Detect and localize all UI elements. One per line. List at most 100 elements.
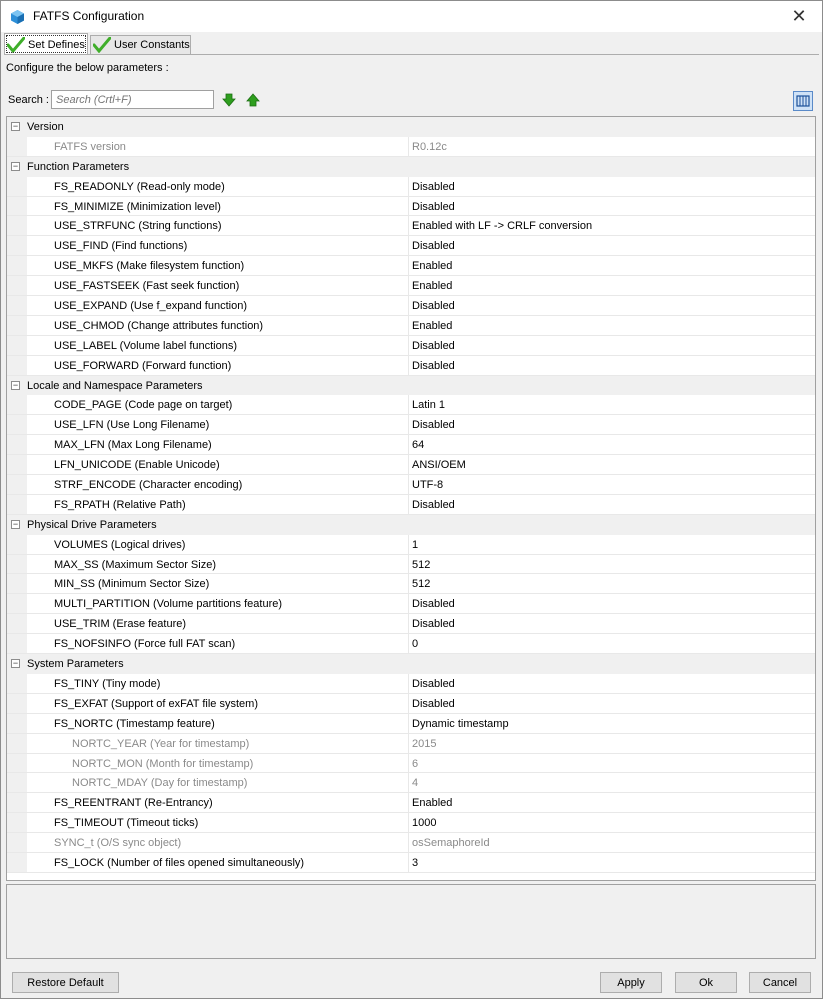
row-gutter	[7, 614, 27, 634]
parameter-row[interactable]: SYNC_t (O/S sync object) osSemaphoreId	[7, 833, 815, 853]
parameter-row[interactable]: FATFS version R0.12c	[7, 136, 815, 157]
category-row[interactable]: − Locale and Namespace Parameters	[7, 375, 815, 396]
parameter-row[interactable]: USE_EXPAND (Use f_expand function) Disabl…	[7, 296, 815, 316]
parameter-value[interactable]: Disabled	[412, 181, 455, 193]
parameter-row[interactable]: FS_NORTC (Timestamp feature) Dynamic time…	[7, 713, 815, 734]
tab-user-constants[interactable]: User Constants	[90, 35, 191, 55]
column-separator	[408, 813, 409, 833]
parameter-value[interactable]: Dynamic timestamp	[412, 718, 509, 730]
arrow-up-icon[interactable]	[246, 93, 260, 107]
close-button[interactable]: ✕	[776, 1, 822, 32]
parameter-row[interactable]: VOLUMES (Logical drives) 1	[7, 534, 815, 555]
parameter-value[interactable]: Disabled	[412, 419, 455, 431]
collapse-icon[interactable]: −	[11, 519, 20, 529]
parameters-grid: − Version FATFS version R0.12c − Function Par…	[6, 116, 816, 881]
parameter-row[interactable]: USE_TRIM (Erase feature) Disabled	[7, 614, 815, 635]
parameter-row[interactable]: USE_FIND (Find functions) Disabled	[7, 236, 815, 257]
collapse-icon[interactable]: −	[11, 122, 20, 131]
parameter-row[interactable]: MULTI_PARTITION (Volume partitions featu…	[7, 594, 815, 615]
parameter-value[interactable]: 1000	[412, 817, 436, 829]
parameter-value[interactable]: Disabled	[412, 340, 455, 352]
parameter-row[interactable]: USE_FORWARD (Forward function) Disabled	[7, 355, 815, 376]
parameter-row[interactable]: NORTC_MON (Month for timestamp) 6	[7, 753, 815, 774]
parameter-row[interactable]: USE_LABEL (Volume label functions) Disabl…	[7, 335, 815, 356]
collapse-icon[interactable]: −	[11, 380, 20, 390]
columns-icon	[796, 95, 810, 107]
parameter-row[interactable]: NORTC_MDAY (Day for timestamp) 4	[7, 773, 815, 794]
tab-set-defines[interactable]: Set Defines	[4, 33, 88, 55]
parameter-value[interactable]: 3	[412, 857, 418, 869]
column-separator	[408, 713, 409, 733]
parameter-row[interactable]: USE_LFN (Use Long Filename) Disabled	[7, 415, 815, 436]
row-gutter	[7, 534, 27, 554]
parameter-value[interactable]: Enabled	[412, 797, 452, 809]
parameter-value[interactable]: 1	[412, 539, 418, 551]
parameter-row[interactable]: USE_STRFUNC (String functions) Enabled wi…	[7, 216, 815, 237]
parameter-value[interactable]: Disabled	[412, 300, 455, 312]
parameter-row[interactable]: MAX_LFN (Max Long Filename) 64	[7, 435, 815, 456]
parameter-name: MIN_SS (Minimum Sector Size)	[54, 578, 210, 591]
parameter-value[interactable]: Disabled	[412, 201, 455, 213]
category-row[interactable]: − System Parameters	[7, 654, 815, 674]
parameter-value[interactable]: Enabled	[412, 280, 452, 292]
cancel-button[interactable]: Cancel	[749, 972, 811, 993]
parameter-value[interactable]: 0	[412, 638, 418, 650]
parameter-value[interactable]: Disabled	[412, 360, 455, 372]
parameter-value[interactable]: Disabled	[412, 618, 455, 630]
collapse-icon[interactable]: −	[11, 659, 20, 669]
parameter-value[interactable]: Enabled with LF -> CRLF conversion	[412, 220, 592, 232]
parameter-value[interactable]: 64	[412, 439, 424, 451]
parameter-row[interactable]: NORTC_YEAR (Year for timestamp) 2015	[7, 733, 815, 754]
parameter-value[interactable]: Disabled	[412, 499, 455, 511]
fatfs-configuration-dialog: FATFS Configuration ✕ Set Defines User C…	[0, 0, 823, 999]
parameter-value[interactable]: Latin 1	[412, 399, 445, 411]
parameter-row[interactable]: FS_EXFAT (Support of exFAT file system) D…	[7, 693, 815, 714]
parameter-value[interactable]: Disabled	[412, 698, 455, 710]
row-gutter	[7, 256, 27, 276]
column-separator	[408, 216, 409, 236]
parameter-value[interactable]: Disabled	[412, 598, 455, 610]
parameter-row[interactable]: USE_FASTSEEK (Fast seek function) Enabled	[7, 276, 815, 297]
parameter-value[interactable]: Enabled	[412, 260, 452, 272]
parameter-row[interactable]: MAX_SS (Maximum Sector Size) 512	[7, 554, 815, 575]
parameter-row[interactable]: USE_CHMOD (Change attributes function) En…	[7, 315, 815, 336]
parameter-row[interactable]: FS_LOCK (Number of files opened simultan…	[7, 852, 815, 873]
parameter-row[interactable]: MIN_SS (Minimum Sector Size) 512	[7, 574, 815, 595]
parameter-value[interactable]: UTF-8	[412, 479, 443, 491]
restore-default-button[interactable]: Restore Default	[12, 972, 119, 993]
parameter-value[interactable]: 512	[412, 559, 430, 571]
view-toggle-button[interactable]	[793, 91, 813, 111]
ok-button[interactable]: Ok	[675, 972, 737, 993]
search-input[interactable]	[51, 90, 214, 109]
category-row[interactable]: − Physical Drive Parameters	[7, 514, 815, 535]
column-separator	[408, 355, 409, 375]
parameter-row[interactable]: FS_MINIMIZE (Minimization level) Disabled	[7, 196, 815, 217]
apply-button[interactable]: Apply	[600, 972, 662, 993]
parameter-row[interactable]: FS_NOFSINFO (Force full FAT scan) 0	[7, 634, 815, 655]
parameter-value[interactable]: Disabled	[412, 240, 455, 252]
row-gutter	[7, 833, 27, 852]
collapse-icon[interactable]: −	[11, 161, 20, 171]
parameter-row[interactable]: FS_RPATH (Relative Path) Disabled	[7, 494, 815, 515]
parameter-value[interactable]: 512	[412, 578, 430, 590]
checkmark-icon	[93, 37, 111, 53]
parameter-value[interactable]: Disabled	[412, 678, 455, 690]
category-row[interactable]: − Function Parameters	[7, 156, 815, 177]
parameter-row[interactable]: FS_TIMEOUT (Timeout ticks) 1000	[7, 813, 815, 834]
category-row[interactable]: − Version	[7, 117, 815, 137]
parameter-value[interactable]: Enabled	[412, 320, 452, 332]
parameter-row[interactable]: FS_READONLY (Read-only mode) Disabled	[7, 176, 815, 197]
parameter-name: USE_LFN (Use Long Filename)	[54, 419, 210, 432]
parameter-name: CODE_PAGE (Code page on target)	[54, 399, 233, 412]
tab-bar: Set Defines User Constants	[4, 33, 819, 55]
arrow-down-icon[interactable]	[222, 93, 236, 107]
instructions-text: Configure the below parameters :	[6, 62, 169, 74]
parameter-row[interactable]: STRF_ENCODE (Character encoding) UTF-8	[7, 475, 815, 495]
parameter-row[interactable]: CODE_PAGE (Code page on target) Latin 1	[7, 395, 815, 416]
parameter-row[interactable]: FS_REENTRANT (Re-Entrancy) Enabled	[7, 793, 815, 814]
row-gutter	[7, 713, 27, 733]
parameter-value[interactable]: ANSI/OEM	[412, 459, 466, 471]
parameter-row[interactable]: USE_MKFS (Make filesystem function) Enabl…	[7, 256, 815, 277]
parameter-row[interactable]: LFN_UNICODE (Enable Unicode) ANSI/OEM	[7, 455, 815, 476]
parameter-row[interactable]: FS_TINY (Tiny mode) Disabled	[7, 673, 815, 694]
